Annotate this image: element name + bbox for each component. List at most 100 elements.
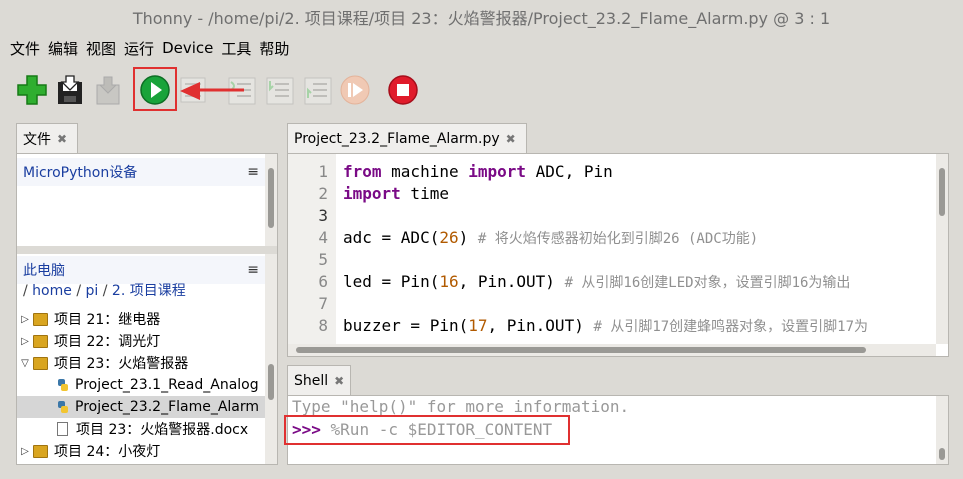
keyword: from xyxy=(343,162,382,181)
shell-hint: Type "help()" for more information. xyxy=(292,397,630,416)
tree-folder[interactable]: ▷ 项目 22：调光灯 xyxy=(17,330,265,352)
editor-vscrollbar-thumb[interactable] xyxy=(939,168,945,216)
line-number: 1 xyxy=(318,162,328,181)
tab-shell[interactable]: Shell ✖ xyxy=(287,365,351,395)
breadcrumb-separator: / xyxy=(71,283,86,299)
code-line: led = Pin(16, Pin.OUT) # 从引脚16创建LED对象，设置… xyxy=(343,272,850,292)
code-comment: # 将火焰传感器初始化到引脚26 (ADC功能) xyxy=(477,231,759,247)
breadcrumb-separator: / xyxy=(98,283,112,299)
code-text: ADC, Pin xyxy=(526,162,613,181)
run-button-highlight xyxy=(133,67,177,111)
tree-item-label: Project_23.2_Flame_Alarm xyxy=(75,399,260,415)
line-number: 7 xyxy=(318,294,328,313)
shell-tab-label: Shell xyxy=(294,372,329,389)
tree-item-label: 项目 23：火焰警报器 xyxy=(54,356,189,372)
python-file-icon xyxy=(58,401,68,413)
tree-item-label: 项目 23：火焰警报器.docx xyxy=(76,422,249,438)
breadcrumb-course[interactable]: 2. 项目课程 xyxy=(112,283,186,299)
code-line: from machine import ADC, Pin xyxy=(343,162,613,181)
tree-file-selected[interactable]: Project_23.2_Flame_Alarm xyxy=(17,396,265,418)
keyword: import xyxy=(343,184,401,203)
save-file-button[interactable] xyxy=(92,74,124,106)
tree-folder-expanded[interactable]: ▽ 项目 23：火焰警报器 xyxy=(17,352,265,374)
pointer-arrow-icon xyxy=(180,82,244,100)
micropython-device-title: MicroPython设备 xyxy=(23,165,138,181)
menu-device[interactable]: Device xyxy=(160,39,219,57)
keyword: import xyxy=(468,162,527,181)
shell-tabbar: Shell ✖ xyxy=(287,365,947,395)
stop-button[interactable] xyxy=(387,74,419,106)
tab-files-label: 文件 xyxy=(23,131,51,148)
device-scrollbar-thumb[interactable] xyxy=(268,168,274,228)
menu-icon[interactable]: ≡ xyxy=(247,262,259,278)
tree-file[interactable]: Project_23.1_Read_Analog xyxy=(17,374,265,396)
step-out-button[interactable] xyxy=(301,74,333,106)
micropython-device-header: MicroPython设备 ≡ xyxy=(17,158,265,186)
shell-scrollbar-thumb[interactable] xyxy=(939,448,945,460)
files-tabbar: 文件 ✖ xyxy=(16,123,278,153)
new-file-button[interactable] xyxy=(16,74,48,106)
resume-button[interactable] xyxy=(339,74,371,106)
number-literal: 16 xyxy=(439,272,459,291)
tab-editor-file[interactable]: Project_23.2_Flame_Alarm.py ✖ xyxy=(287,123,527,153)
shell-scrollbar[interactable] xyxy=(936,396,948,464)
files-panel: MicroPython设备 ≡ 此电脑 ≡ / home / pi / 2. 项… xyxy=(16,153,278,465)
menu-help[interactable]: 帮助 xyxy=(257,38,295,59)
code-line: buzzer = Pin(17, Pin.OUT) # 从引脚17创建蜂鸣器对象… xyxy=(343,316,933,336)
code-text: led = Pin( xyxy=(343,272,440,291)
folder-icon xyxy=(33,356,48,370)
step-out-icon xyxy=(304,77,332,105)
expand-arrow-icon[interactable]: ▷ xyxy=(17,336,33,347)
load-file-button[interactable] xyxy=(54,74,86,106)
step-into-button[interactable] xyxy=(263,74,295,106)
tree-scrollbar[interactable] xyxy=(265,254,277,464)
menu-icon[interactable]: ≡ xyxy=(247,164,259,180)
tree-folder[interactable]: ▷ 项目 21：继电器 xyxy=(17,308,265,330)
editor-hscrollbar-thumb[interactable] xyxy=(296,347,866,353)
line-number: 8 xyxy=(318,316,328,335)
folder-icon xyxy=(33,334,48,348)
close-icon[interactable]: ✖ xyxy=(334,374,344,388)
collapse-arrow-icon[interactable]: ▽ xyxy=(17,358,33,369)
menu-run[interactable]: 运行 xyxy=(122,38,160,59)
device-scrollbar[interactable] xyxy=(265,154,277,246)
expand-arrow-icon[interactable]: ▷ xyxy=(17,446,33,457)
expand-arrow-icon[interactable]: ▷ xyxy=(17,314,33,325)
code-text: time xyxy=(400,184,449,203)
close-icon[interactable]: ✖ xyxy=(506,132,516,146)
menu-bar: 文件 编辑 视图 运行 Device 工具 帮助 xyxy=(0,34,963,62)
menu-edit[interactable]: 编辑 xyxy=(46,38,84,59)
tree-scrollbar-thumb[interactable] xyxy=(268,364,274,400)
tree-item-label: 项目 24：小夜灯 xyxy=(54,444,161,460)
stop-icon xyxy=(388,75,418,105)
tab-files[interactable]: 文件 ✖ xyxy=(16,123,78,153)
this-computer-title: 此电脑 xyxy=(23,263,65,279)
close-icon[interactable]: ✖ xyxy=(57,132,67,146)
breadcrumb: / home / pi / 2. 项目课程 xyxy=(23,280,186,300)
document-icon xyxy=(57,422,68,436)
resume-icon xyxy=(340,75,370,105)
code-editor[interactable]: 1 2 3 4 5 6 7 8 from machine import ADC,… xyxy=(287,153,949,357)
menu-view[interactable]: 视图 xyxy=(84,38,122,59)
breadcrumb-pi[interactable]: pi xyxy=(86,283,99,299)
pane-divider[interactable] xyxy=(17,246,277,254)
save-icon xyxy=(58,75,82,104)
window-title: Thonny - /home/pi/2. 项目课程/项目 23：火焰警报器/Pr… xyxy=(0,0,963,34)
tree-file[interactable]: 项目 23：火焰警报器.docx xyxy=(17,418,265,440)
editor-tabbar: Project_23.2_Flame_Alarm.py ✖ xyxy=(287,123,947,153)
editor-hscrollbar[interactable] xyxy=(288,344,936,356)
tree-folder[interactable]: ▷ 项目 24：小夜灯 xyxy=(17,440,265,462)
menu-file[interactable]: 文件 xyxy=(0,38,46,59)
editor-vscrollbar[interactable] xyxy=(936,154,948,344)
new-icon xyxy=(17,75,47,105)
line-number: 5 xyxy=(318,250,328,269)
menu-tools[interactable]: 工具 xyxy=(219,38,257,59)
code-line: adc = ADC(26) # 将火焰传感器初始化到引脚26 (ADC功能) xyxy=(343,228,758,248)
code-text: machine xyxy=(381,162,469,181)
code-text: ) xyxy=(458,228,478,247)
breadcrumb-home[interactable]: home xyxy=(32,283,72,299)
code-comment: # 从引脚17创建蜂鸣器对象，设置引脚17为 xyxy=(593,319,869,335)
code-text: buzzer = Pin( xyxy=(343,316,469,335)
number-literal: 17 xyxy=(468,316,488,335)
folder-icon xyxy=(33,444,48,458)
